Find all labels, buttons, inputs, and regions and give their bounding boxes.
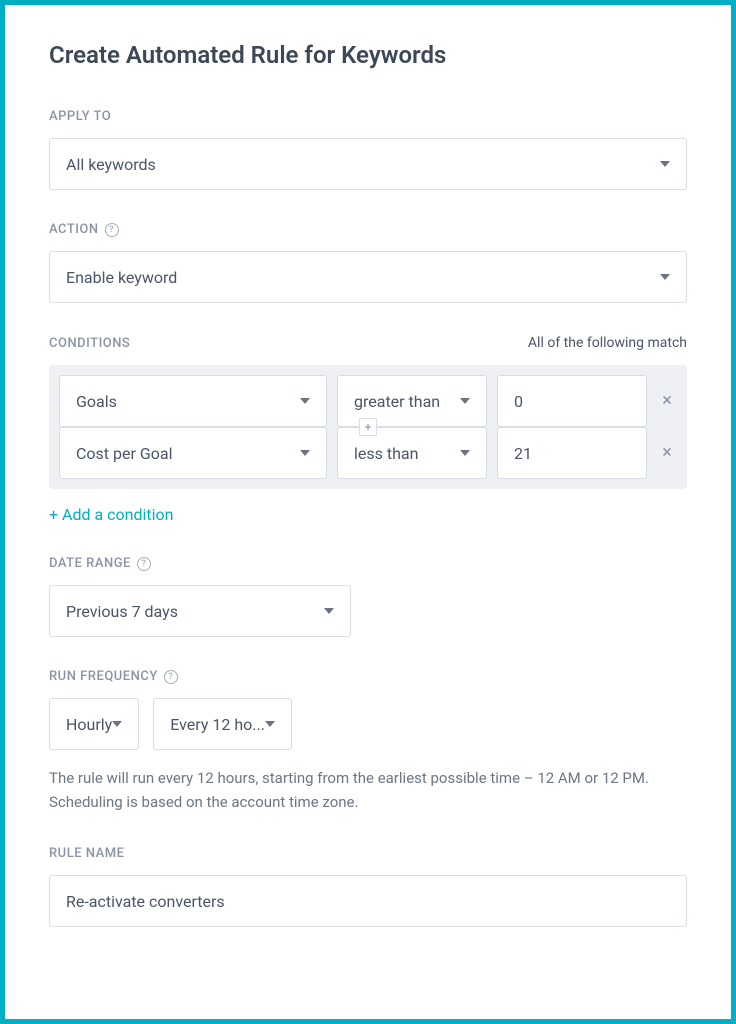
remove-condition-button[interactable]: × <box>657 392 677 410</box>
chevron-down-icon <box>300 398 310 404</box>
run-frequency-label: RUN FREQUENCY ? <box>49 669 687 684</box>
apply-to-label: APPLY TO <box>49 109 687 124</box>
date-range-group: DATE RANGE ? Previous 7 days <box>49 556 687 637</box>
action-select[interactable]: Enable keyword <box>49 251 687 303</box>
action-label: ACTION ? <box>49 222 687 237</box>
chevron-down-icon <box>265 721 275 727</box>
chevron-down-icon <box>112 721 122 727</box>
help-icon[interactable]: ? <box>164 670 178 684</box>
chevron-down-icon <box>460 398 470 404</box>
remove-condition-button[interactable]: × <box>657 444 677 462</box>
date-range-label: DATE RANGE ? <box>49 556 687 571</box>
condition-metric-select[interactable]: Goals <box>59 375 327 427</box>
condition-value-input[interactable]: 21 <box>497 427 647 479</box>
plus-connector-icon: + <box>359 418 377 436</box>
help-icon[interactable]: ? <box>105 223 119 237</box>
rule-name-group: RULE NAME <box>49 846 687 927</box>
condition-metric-select[interactable]: Cost per Goal <box>59 427 327 479</box>
conditions-label: CONDITIONS All of the following match <box>49 335 687 351</box>
chevron-down-icon <box>460 450 470 456</box>
apply-to-group: APPLY TO All keywords <box>49 109 687 190</box>
chevron-down-icon <box>660 274 670 280</box>
conditions-group: CONDITIONS All of the following match Go… <box>49 335 687 524</box>
rule-name-input[interactable] <box>66 892 670 911</box>
chevron-down-icon <box>324 608 334 614</box>
frequency-note: The rule will run every 12 hours, starti… <box>49 766 687 814</box>
action-group: ACTION ? Enable keyword <box>49 222 687 303</box>
help-icon[interactable]: ? <box>137 557 151 571</box>
page-title: Create Automated Rule for Keywords <box>49 41 687 69</box>
frequency-unit-select[interactable]: Hourly <box>49 698 139 750</box>
add-condition-link[interactable]: + Add a condition <box>49 505 174 524</box>
create-rule-panel: Create Automated Rule for Keywords APPLY… <box>0 0 736 1024</box>
condition-value-input[interactable]: 0 <box>497 375 647 427</box>
date-range-select[interactable]: Previous 7 days <box>49 585 351 637</box>
chevron-down-icon <box>660 161 670 167</box>
action-value: Enable keyword <box>66 268 177 287</box>
conditions-match-note: All of the following match <box>528 335 687 351</box>
rule-name-label: RULE NAME <box>49 846 687 861</box>
frequency-interval-select[interactable]: Every 12 ho... <box>153 698 292 750</box>
chevron-down-icon <box>300 450 310 456</box>
apply-to-value: All keywords <box>66 155 156 174</box>
run-frequency-group: RUN FREQUENCY ? Hourly Every 12 ho... Th… <box>49 669 687 814</box>
conditions-box: Goals greater than 0 × + Cost per Goal <box>49 365 687 489</box>
apply-to-select[interactable]: All keywords <box>49 138 687 190</box>
rule-name-input-wrapper <box>49 875 687 927</box>
